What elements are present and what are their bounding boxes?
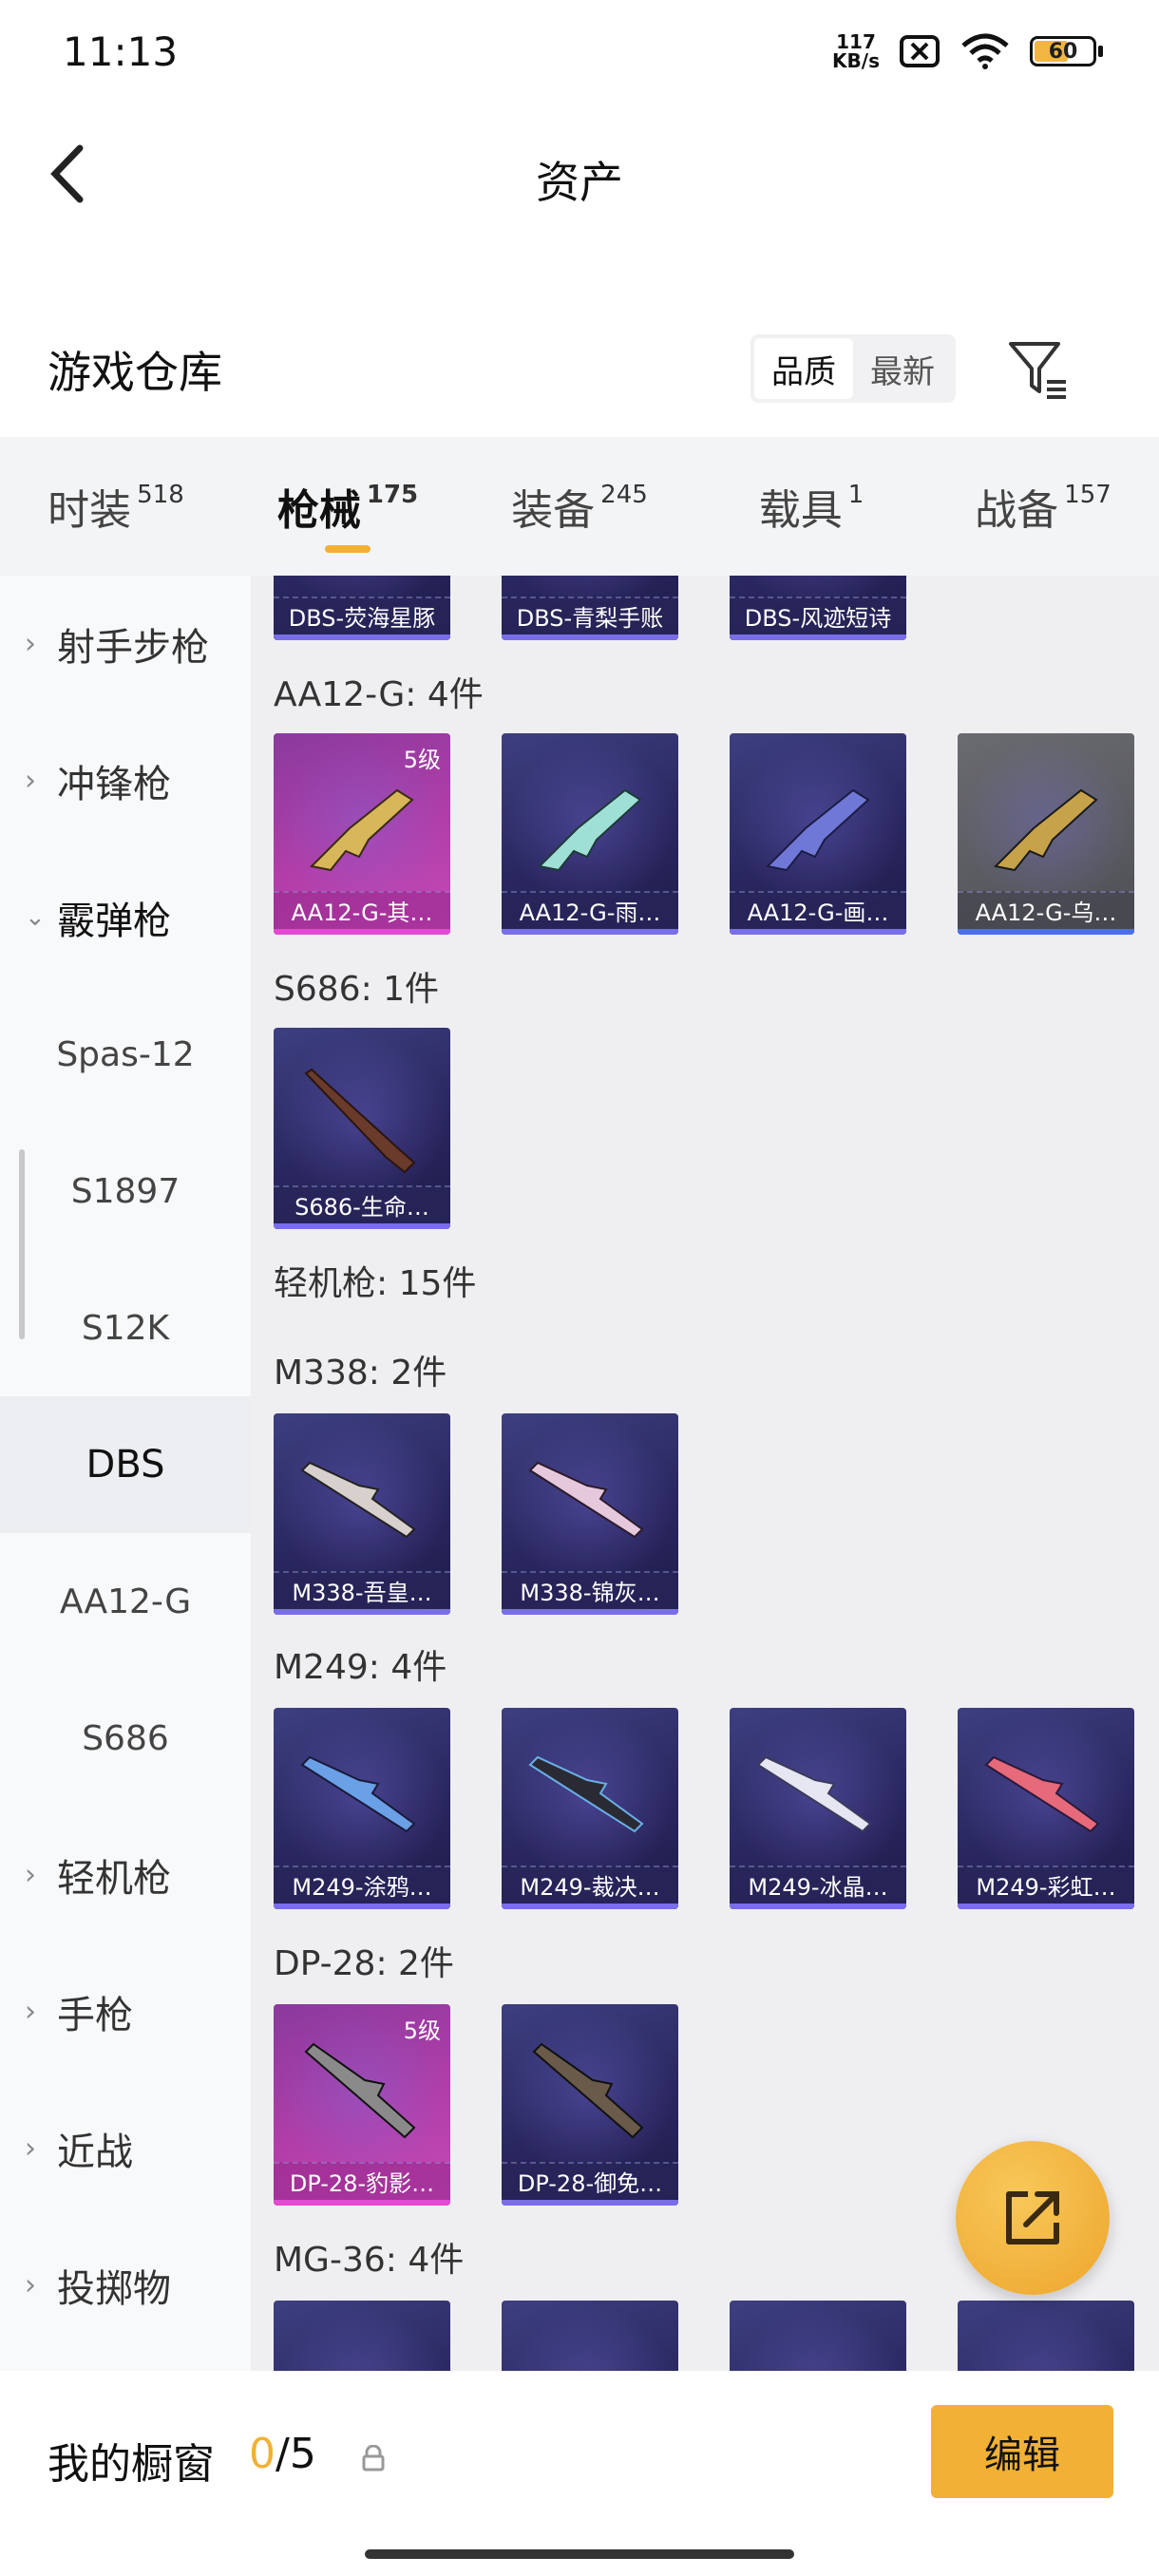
weapon-card[interactable]: 5级 AA12-G-其…	[274, 733, 450, 935]
header: 资产	[0, 123, 1159, 228]
group-title: MG-36: 4件	[274, 2241, 465, 2280]
weapon-card[interactable]: M249-彩虹…	[958, 1708, 1134, 1909]
chevron-right-icon: ›	[25, 2131, 36, 2166]
share-button[interactable]	[956, 2141, 1110, 2295]
group-title: M249: 4件	[274, 1648, 447, 1687]
weapon-card[interactable]: M249-涂鸦…	[274, 1708, 450, 1909]
chevron-right-icon: ›	[25, 2268, 36, 2302]
sidebar-scrollbar[interactable]	[19, 1149, 25, 1339]
weapon-type-sidebar: › 射手步枪 › 冲锋枪 ⌄ 霰弹枪 Spas-12 S1897 S12K DB…	[0, 576, 251, 2371]
weapon-card[interactable]	[958, 2301, 1134, 2371]
edit-button[interactable]: 编辑	[931, 2405, 1113, 2498]
filter-icon[interactable]	[1007, 338, 1070, 401]
sidebar-item-melee[interactable]: › 近战	[0, 2080, 251, 2217]
weapon-card[interactable]: DP-28-御免…	[502, 2004, 678, 2206]
sidebar-item-spas-12[interactable]: Spas-12	[0, 986, 251, 1123]
home-indicator[interactable]	[365, 2549, 794, 2559]
lock-icon	[362, 2445, 385, 2472]
machine-gun-icon	[532, 2042, 644, 2139]
tab-vehicles[interactable]: 载具 1	[695, 437, 927, 576]
sidebar-item-smg[interactable]: › 冲锋枪	[0, 712, 251, 849]
tab-combat-prep[interactable]: 战备 157	[927, 437, 1159, 576]
weapon-card[interactable]: 5级 DP-28-豹影…	[274, 2004, 450, 2206]
weapon-card[interactable]: DBS-青梨手账	[502, 576, 678, 640]
network-speed: 117 KB/s	[832, 30, 880, 72]
rifle-icon	[309, 788, 414, 872]
machine-gun-icon	[528, 1461, 644, 1539]
group-title: DP-28: 2件	[274, 1944, 454, 1983]
machine-gun-icon	[756, 1755, 872, 1833]
group-title: S686: 1件	[274, 970, 440, 1009]
sim-disabled-icon	[900, 35, 940, 67]
showcase-count: 0/5	[249, 2430, 316, 2478]
weapon-card[interactable]: AA12-G-画…	[730, 733, 906, 935]
machine-gun-icon	[300, 1755, 416, 1833]
page-title: 资产	[536, 157, 623, 208]
sort-quality-button[interactable]: 品质	[754, 338, 853, 399]
weapon-card[interactable]	[274, 2301, 450, 2371]
machine-gun-icon	[304, 2042, 416, 2139]
machine-gun-icon	[300, 1461, 416, 1539]
machine-gun-icon	[528, 1755, 644, 1833]
weapon-card[interactable]: AA12-G-雨…	[502, 733, 678, 935]
chevron-right-icon: ›	[25, 627, 36, 661]
rifle-icon	[765, 788, 870, 872]
group-title: 轻机枪: 15件	[274, 1264, 477, 1303]
weapon-card[interactable]: M338-锦灰…	[502, 1413, 678, 1615]
weapon-card[interactable]: M338-吾皇…	[274, 1413, 450, 1615]
sidebar-item-s12k[interactable]: S12K	[0, 1260, 251, 1396]
wifi-icon	[961, 33, 1009, 69]
showcase-bar: 我的橱窗 0/5 编辑	[0, 2371, 1159, 2576]
chevron-right-icon: ›	[25, 1858, 36, 1892]
weapon-card[interactable]	[502, 2301, 678, 2371]
weapon-card[interactable]: M249-裁决…	[502, 1708, 678, 1909]
rifle-icon	[993, 788, 1098, 872]
weapon-card[interactable]: M249-冰晶…	[730, 1708, 906, 1909]
sidebar-item-marksman-rifle[interactable]: › 射手步枪	[0, 576, 251, 712]
sidebar-item-dbs[interactable]: DBS	[0, 1396, 251, 1533]
weapon-card[interactable]: DBS-荧海星豚	[274, 576, 450, 640]
weapon-card[interactable]: AA12-G-乌…	[958, 733, 1134, 935]
status-icons: 117 KB/s 60	[832, 30, 1103, 72]
shotgun-icon	[304, 1068, 416, 1174]
weapon-card[interactable]: DBS-风迹短诗	[730, 576, 906, 640]
chevron-right-icon: ›	[25, 764, 36, 798]
rifle-icon	[537, 788, 642, 872]
chevron-right-icon: ›	[25, 1995, 36, 2029]
active-tab-indicator	[325, 545, 370, 553]
weapon-card[interactable]	[730, 2301, 906, 2371]
machine-gun-icon	[984, 1755, 1100, 1833]
sort-newest-button[interactable]: 最新	[853, 338, 952, 399]
sidebar-item-throwable[interactable]: › 投掷物	[0, 2217, 251, 2354]
clock: 11:13	[63, 28, 179, 75]
weapon-card[interactable]: S686-生命…	[274, 1028, 450, 1229]
tab-equipment[interactable]: 装备 245	[464, 437, 695, 576]
tab-fashion[interactable]: 时装 518	[0, 437, 232, 576]
sidebar-item-lmg[interactable]: › 轻机枪	[0, 1807, 251, 1943]
chevron-down-icon: ⌄	[25, 903, 46, 932]
category-tabs: 时装 518 枪械 175 装备 245 载具 1 战备 157	[0, 437, 1159, 576]
showcase-label: 我的橱窗	[48, 2440, 215, 2489]
status-bar: 11:13 117 KB/s 60	[0, 0, 1159, 104]
share-external-icon	[1006, 2191, 1059, 2245]
group-title: M338: 2件	[274, 1354, 447, 1392]
group-title: AA12-G: 4件	[274, 675, 484, 714]
sidebar-item-s1897[interactable]: S1897	[0, 1123, 251, 1260]
sidebar-item-shotgun[interactable]: ⌄ 霰弹枪	[0, 849, 251, 986]
sidebar-item-aa12-g[interactable]: AA12-G	[0, 1533, 251, 1670]
sort-toggle: 品质 最新	[750, 334, 956, 403]
sidebar-item-s686[interactable]: S686	[0, 1670, 251, 1807]
tab-firearms[interactable]: 枪械 175	[232, 437, 464, 576]
weapon-grid: DBS-荧海星豚 DBS-青梨手账 DBS-风迹短诗 AA12-G: 4件 5级…	[251, 576, 1159, 2371]
battery-indicator: 60	[1030, 36, 1103, 66]
sidebar-item-pistol[interactable]: › 手枪	[0, 1943, 251, 2080]
warehouse-title: 游戏仓库	[48, 347, 222, 398]
